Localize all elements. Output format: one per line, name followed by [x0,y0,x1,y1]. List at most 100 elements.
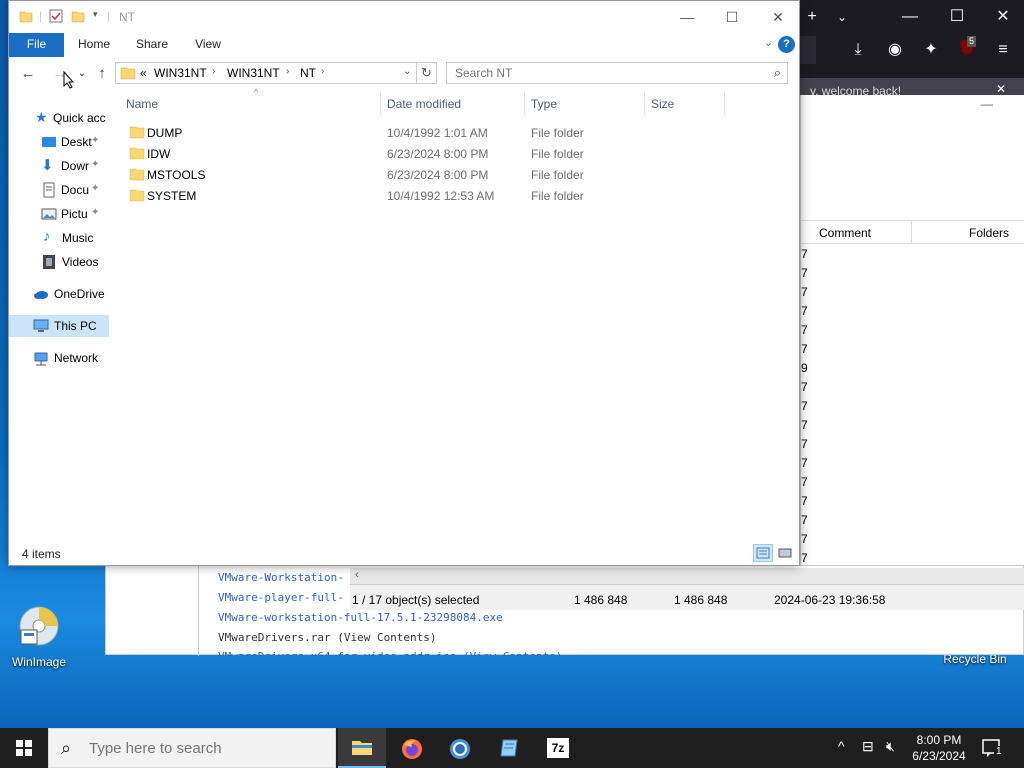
nav-item-music[interactable]: ♪ Music [9,227,109,249]
taskbar-search-box[interactable]: ⌕ [48,728,336,768]
up-arrow-icon[interactable]: ↑ [91,64,113,84]
new-tab-plus-icon[interactable]: + [800,5,824,29]
tab-share[interactable]: Share [129,33,175,57]
tray-show-hidden-icon[interactable]: ^ [838,738,845,768]
download-icon[interactable]: ⤓ [846,38,870,62]
refresh-button[interactable]: ↻ [417,62,437,84]
account-icon[interactable]: ◉ [883,38,907,62]
nav-item-quick-access[interactable]: ★ Quick acc [9,107,109,129]
file-row[interactable]: MSTOOLS 6/23/2024 8:00 PM File folder [117,164,799,185]
notification-close-icon[interactable]: ✕ [996,82,1006,96]
column-comment[interactable]: Comment [819,226,871,240]
expand-ribbon-chevron-icon[interactable]: ⌄ [764,36,773,49]
column-divider[interactable] [524,91,525,115]
extensions-icon[interactable]: ✦ [919,38,943,62]
winimage-icon [19,606,59,646]
nav-item-onedrive[interactable]: OneDrive [9,283,109,305]
taskbar-7zip[interactable]: 7z [534,728,582,768]
listing-link[interactable]: VMware-Workstation- [218,571,344,584]
archive-row-fragment: 7 [801,437,808,451]
minimize-icon[interactable]: — [898,5,922,29]
file-row[interactable]: DUMP 10/4/1992 1:01 AM File folder [117,122,799,143]
explorer-status-bar: 4 items [9,541,799,565]
taskbar-firefox[interactable] [388,728,436,768]
breadcrumb-item[interactable]: WIN31NT [154,66,207,80]
tray-network-icon[interactable]: ⊟ [862,738,874,768]
file-explorer-icon [352,741,372,755]
scroll-left-arrow-icon[interactable]: ‹ [355,569,359,581]
close-icon[interactable]: ✕ [991,5,1015,29]
tab-view[interactable]: View [185,33,231,57]
nav-item-this-pc[interactable]: This PC [9,315,109,337]
new-folder-icon[interactable] [71,9,85,23]
column-divider[interactable] [644,91,645,115]
archive-horizontal-scrollbar[interactable]: ‹ [350,568,1024,585]
column-name[interactable]: Name [126,97,158,111]
search-box[interactable]: ⌕ [446,62,788,84]
details-view-button[interactable] [753,544,773,562]
tab-list-chevron-icon[interactable]: ⌄ [830,5,854,29]
large-icons-view-button[interactable] [775,544,795,562]
archive-row-fragment: 7 [801,456,808,470]
qat-dropdown-icon[interactable]: ▾ [93,9,98,20]
search-input[interactable] [455,66,755,80]
close-button[interactable]: ✕ [755,5,801,29]
nav-item-network[interactable]: Network [9,347,109,369]
column-size[interactable]: Size [651,97,674,111]
breadcrumb-chevron-icon[interactable]: › [212,66,215,77]
breadcrumb-chevron-icon[interactable]: › [286,66,289,77]
nav-item-label: Quick acc [53,111,106,125]
breadcrumb-overflow[interactable]: « [140,66,147,80]
taskbar-file-explorer[interactable] [338,728,386,768]
nav-item-downloads[interactable]: ⬇ Dowr ✦ [9,155,109,177]
nav-item-videos[interactable]: Videos [9,251,109,273]
address-dropdown-chevron-icon[interactable]: ⌄ [403,66,411,77]
properties-icon[interactable] [49,9,63,23]
back-arrow-icon[interactable]: ← [17,64,39,84]
taskbar-notepad[interactable] [486,728,534,768]
listing-link[interactable]: VMwareDrivers.rar (View Contents) [218,631,437,644]
maximize-button[interactable]: ☐ [709,5,755,29]
ublock-icon[interactable]: 5 [955,36,979,62]
taskbar-clock[interactable]: 8:00 PM 6/23/2024 [906,732,972,764]
tray-volume-muted-icon[interactable]: 🔇︎ [886,738,895,768]
help-icon[interactable]: ? [778,36,795,53]
taskbar-search-input[interactable] [89,740,319,757]
column-type[interactable]: Type [531,97,557,111]
desktop-icon-winimage[interactable]: WinImage [4,604,74,669]
file-row[interactable]: IDW 6/23/2024 8:00 PM File folder [117,143,799,164]
column-divider[interactable] [380,91,381,115]
address-bar[interactable]: « WIN31NT › WIN31NT › NT › ⌄ [115,62,417,84]
archive-column-headers: Comment Folders [801,220,1024,244]
breadcrumb-item[interactable]: WIN31NT [227,66,280,80]
start-button[interactable] [0,728,48,768]
taskbar-chrome[interactable] [436,728,484,768]
nav-item-desktop[interactable]: Deskt ✦ [9,131,109,153]
listing-link[interactable]: VMwareDrivers-x64-for-video-addr.iso (Vi… [218,650,562,656]
action-center-button[interactable]: 1 [980,736,1004,760]
breadcrumb-item[interactable]: NT [300,66,316,80]
minimize-button[interactable]: — [664,5,710,29]
listing-link[interactable]: VMware-player-full- [218,591,344,604]
file-row[interactable]: SYSTEM 10/4/1992 12:53 AM File folder [117,185,799,206]
hamburger-menu-icon[interactable]: ≡ [991,38,1015,62]
column-folders[interactable]: Folders [969,226,1009,240]
listing-link[interactable]: VMware-workstation-full-17.5.1-23298084.… [218,611,503,624]
explorer-title-bar[interactable]: | ▾ | NT — ☐ ✕ [9,1,799,33]
taskbar: ⌕ 7z ^ ⊟ 🔇︎ 8:00 PM 6/23/2024 1 [0,728,1024,768]
archive-row-fragment: 9 [801,361,808,375]
archive-minimize-icon[interactable]: — [981,97,993,111]
tab-home[interactable]: Home [71,33,117,57]
column-divider[interactable] [724,91,725,115]
tab-file[interactable]: File [9,33,64,57]
archive-row-fragment: 7 [801,418,808,432]
navigation-bar: ← → ⌄ ↑ « WIN31NT › WIN31NT › NT › ⌄ ↻ ⌕ [9,57,799,91]
nav-item-pictures[interactable]: Pictu ✦ [9,203,109,225]
pin-icon: ✦ [91,207,100,218]
nav-item-documents[interactable]: Docu ✦ [9,179,109,201]
maximize-icon[interactable]: ☐ [945,5,969,29]
column-date-modified[interactable]: Date modified [387,97,461,111]
desktop-icon-label: WinImage [11,655,67,669]
archive-row-fragment: 7 [801,304,808,318]
breadcrumb-chevron-icon[interactable]: › [321,66,324,77]
